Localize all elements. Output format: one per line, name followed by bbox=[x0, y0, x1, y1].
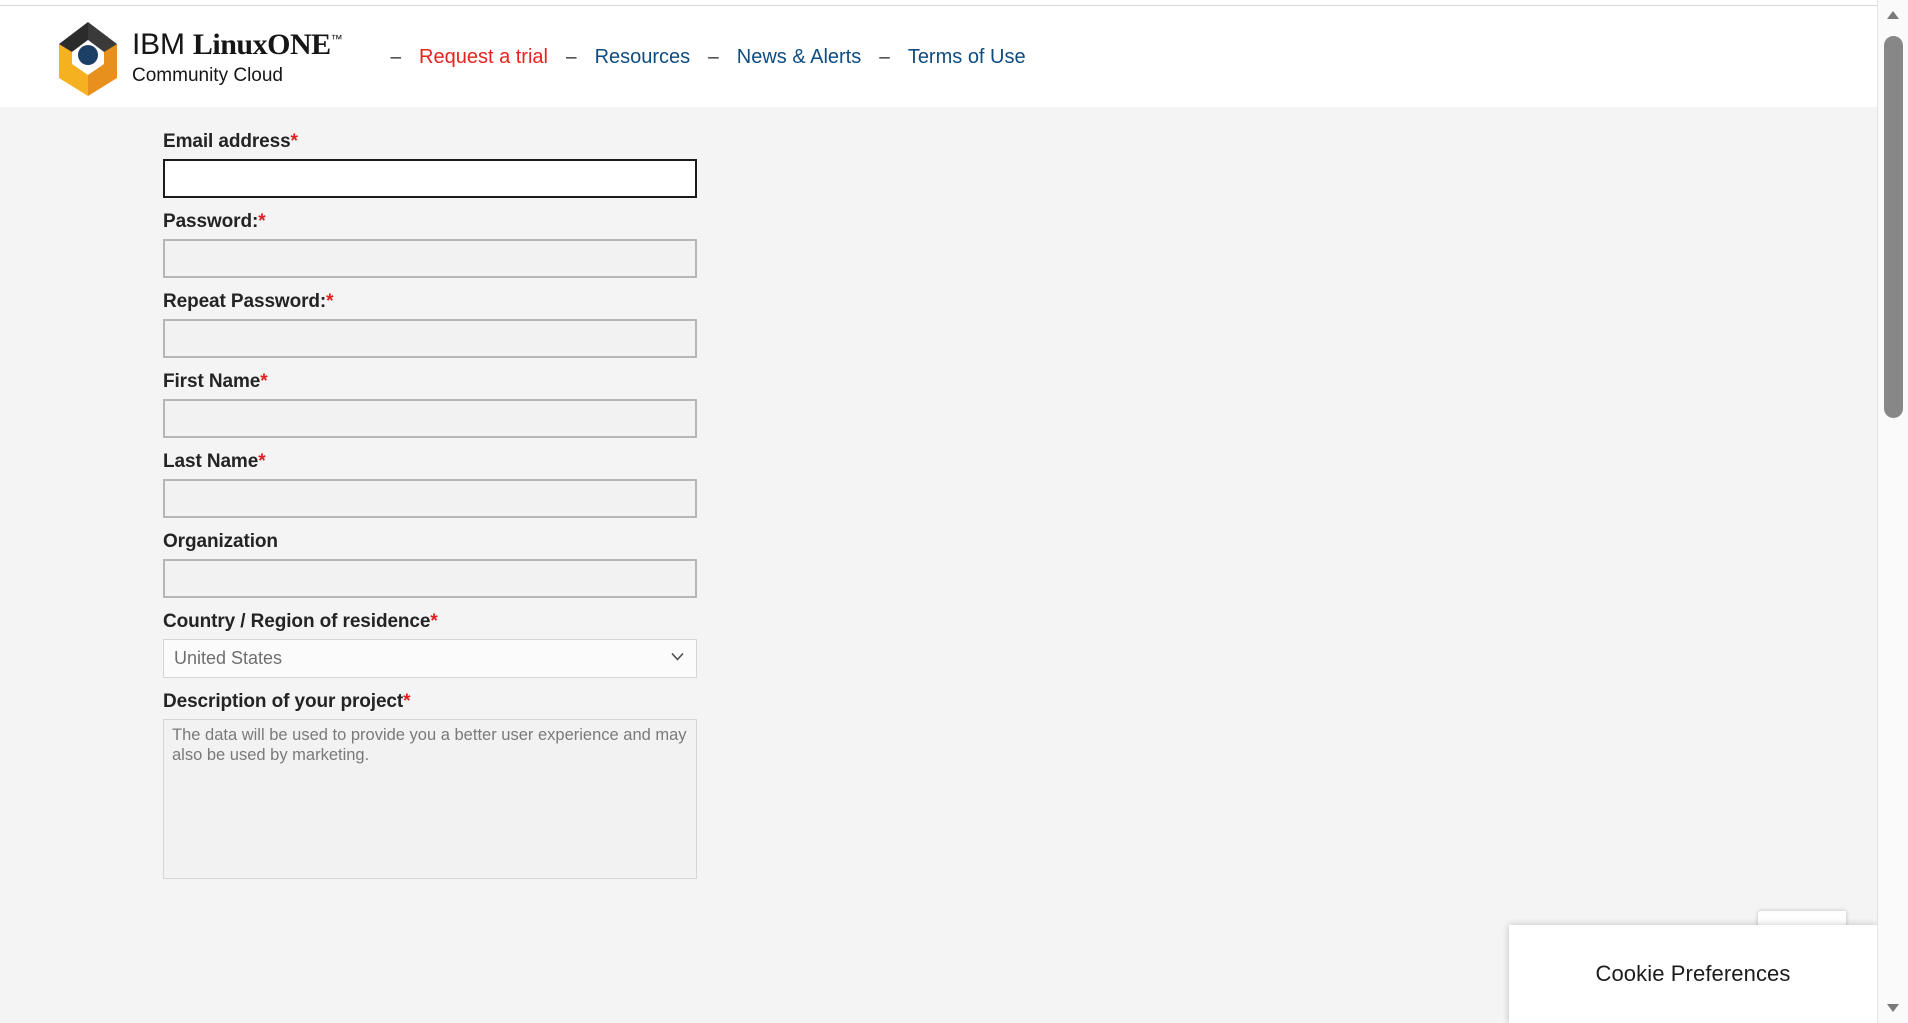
brand-community-cloud-text: Community Cloud bbox=[132, 65, 283, 86]
nav-link-terms-of-use[interactable]: Terms of Use bbox=[906, 44, 1028, 71]
field-country-region: Country / Region of residence* United St… bbox=[163, 610, 697, 678]
label-project-description: Description of your project* bbox=[163, 690, 697, 712]
organization-input[interactable] bbox=[163, 558, 697, 598]
label-country-region-text: Country / Region of residence bbox=[163, 610, 431, 632]
label-repeat-password-text: Repeat Password: bbox=[163, 290, 327, 312]
required-marker-email-address: * bbox=[290, 131, 298, 152]
nav-link-news-and-alerts[interactable]: News & Alerts bbox=[735, 44, 863, 71]
label-organization-text: Organization bbox=[163, 530, 278, 552]
required-marker-first-name: * bbox=[260, 370, 268, 392]
brand-linuxone-text: LinuxONE bbox=[192, 28, 331, 61]
label-password-text: Password: bbox=[163, 210, 259, 232]
nav-separator-2: – bbox=[565, 46, 577, 68]
label-organization: Organization bbox=[163, 530, 697, 552]
linuxone-cube-logo-icon bbox=[57, 18, 119, 96]
nav-link-request-a-trial[interactable]: Request a trial bbox=[417, 44, 550, 71]
country-region-select-wrapper: United States bbox=[163, 638, 697, 678]
scroll-down-arrow-icon bbox=[1887, 1004, 1899, 1012]
scroll-up-arrow-icon bbox=[1887, 11, 1899, 19]
repeat-password-input[interactable] bbox=[163, 318, 697, 358]
label-email-address-text: Email address bbox=[163, 131, 291, 152]
first-name-input[interactable] bbox=[163, 398, 697, 438]
nav-separator-1: – bbox=[390, 46, 402, 68]
field-last-name: Last Name* bbox=[163, 450, 697, 518]
label-password: Password:* bbox=[163, 210, 697, 232]
required-marker-project-description: * bbox=[403, 690, 411, 712]
field-project-description: Description of your project* bbox=[163, 690, 697, 879]
field-repeat-password: Repeat Password:* bbox=[163, 290, 697, 358]
label-project-description-text: Description of your project bbox=[163, 690, 404, 712]
project-description-textarea[interactable] bbox=[163, 718, 697, 879]
label-first-name-text: First Name bbox=[163, 370, 261, 392]
required-marker-repeat-password: * bbox=[326, 290, 334, 312]
required-marker-last-name: * bbox=[258, 450, 266, 472]
brand-ibm-text: IBM bbox=[132, 28, 185, 61]
label-country-region: Country / Region of residence* bbox=[163, 610, 697, 632]
trial-request-form: Email address* Password:* Repeat Passwor… bbox=[163, 132, 697, 879]
brand-logo[interactable]: IBM LinuxONE™ Community Cloud bbox=[57, 18, 343, 96]
label-first-name: First Name* bbox=[163, 370, 697, 392]
password-input[interactable] bbox=[163, 238, 697, 278]
scrollbar-thumb[interactable] bbox=[1884, 36, 1903, 418]
nav-separator-3: – bbox=[708, 46, 719, 68]
label-repeat-password: Repeat Password:* bbox=[163, 290, 697, 312]
label-last-name-text: Last Name bbox=[163, 450, 259, 472]
field-organization: Organization bbox=[163, 530, 697, 598]
email-address-input[interactable] bbox=[163, 158, 697, 198]
scrollbar-up-button[interactable] bbox=[1878, 0, 1908, 30]
cookie-preferences-label: Cookie Preferences bbox=[1595, 961, 1791, 986]
main-content: Email address* Password:* Repeat Passwor… bbox=[0, 107, 1877, 1023]
required-marker-password: * bbox=[258, 210, 266, 232]
field-password: Password:* bbox=[163, 210, 697, 278]
label-last-name: Last Name* bbox=[163, 450, 697, 472]
field-first-name: First Name* bbox=[163, 370, 697, 438]
label-email-address: Email address* bbox=[163, 132, 697, 152]
country-region-select[interactable]: United States bbox=[163, 638, 697, 678]
nav-separator-4: – bbox=[879, 46, 890, 68]
browser-viewport: IBM LinuxONE™ Community Cloud – Request … bbox=[0, 0, 1908, 1023]
site-header: IBM LinuxONE™ Community Cloud – Request … bbox=[0, 6, 1877, 107]
nav-link-resources[interactable]: Resources bbox=[593, 44, 693, 71]
required-marker-country-region: * bbox=[430, 610, 438, 632]
brand-wordmark: IBM LinuxONE™ Community Cloud bbox=[132, 28, 343, 86]
scrollbar-down-button[interactable] bbox=[1878, 993, 1908, 1023]
primary-navigation: – Request a trial – Resources – News & A… bbox=[374, 42, 1027, 71]
brand-trademark-symbol: ™ bbox=[330, 32, 343, 46]
vertical-scrollbar[interactable] bbox=[1877, 0, 1908, 1023]
last-name-input[interactable] bbox=[163, 478, 697, 518]
page-canvas: IBM LinuxONE™ Community Cloud – Request … bbox=[0, 0, 1877, 1023]
field-email-address: Email address* bbox=[163, 132, 697, 198]
cookie-preferences-button[interactable]: Cookie Preferences bbox=[1509, 925, 1877, 1023]
